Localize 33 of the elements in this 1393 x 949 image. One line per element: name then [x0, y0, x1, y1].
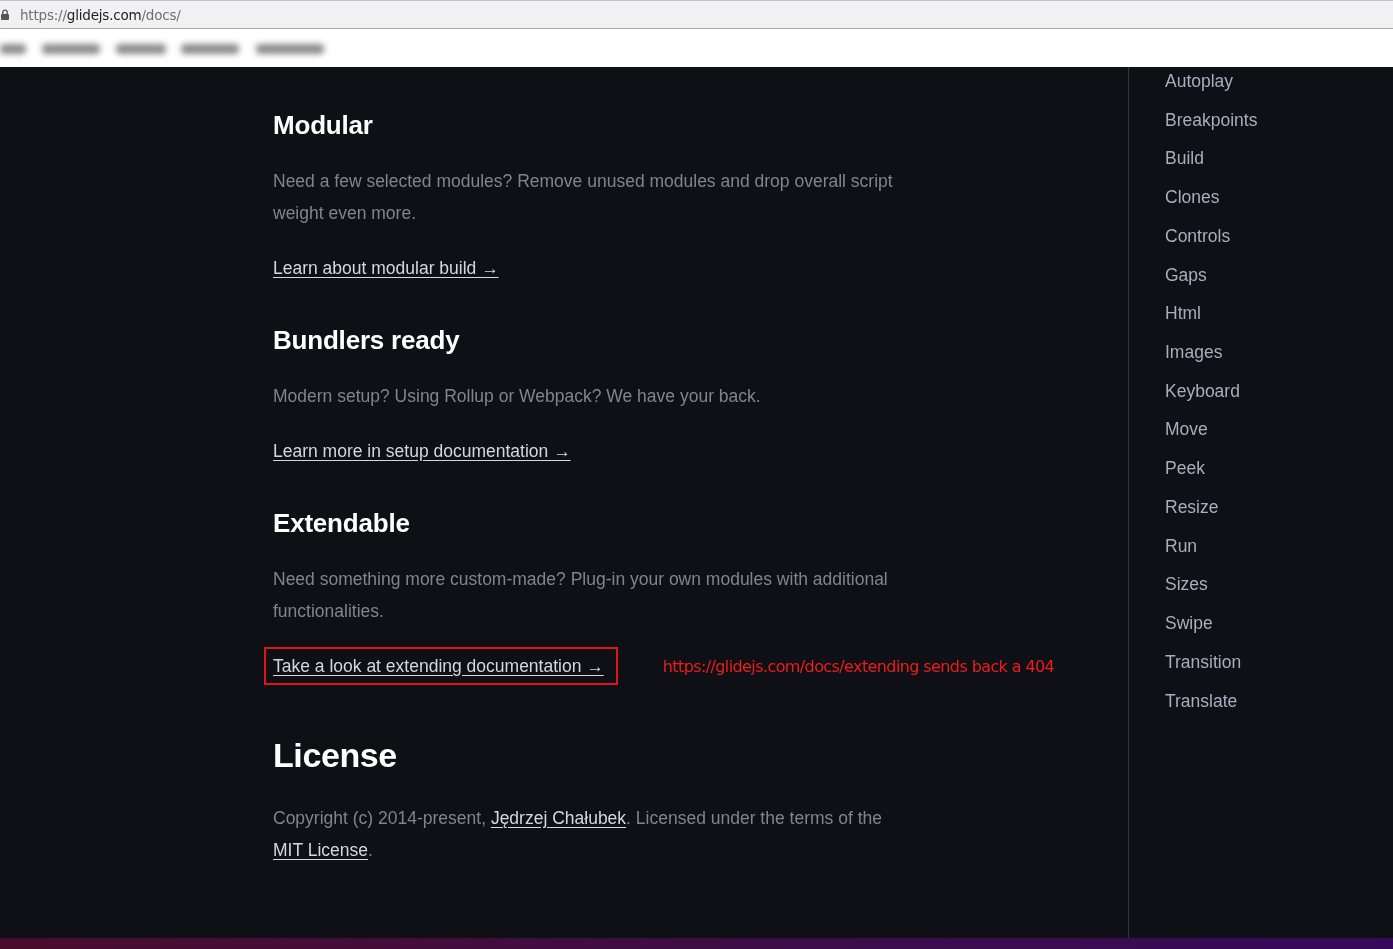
section-description: Modern setup? Using Rollup or Webpack? We have your back.: [273, 385, 762, 408]
section-description: Need something more custom-made? Plug-in your own modules with additional functionalities.: [273, 568, 889, 623]
inline-link[interactable]: MIT License: [273, 840, 368, 860]
sidebar-link[interactable]: Run: [1165, 533, 1198, 558]
annotation-text: https://glidejs.com/docs/extending sends back a 404: [662, 656, 1055, 676]
sidebar-link[interactable]: Transition: [1165, 649, 1242, 674]
sidebar-link[interactable]: Translate: [1165, 688, 1238, 713]
section-heading: Extendable: [273, 507, 411, 539]
license-heading: License: [273, 735, 398, 776]
sidebar-link[interactable]: Clones: [1165, 185, 1220, 210]
sidebar-link[interactable]: Peek: [1165, 456, 1205, 481]
sidebar-link[interactable]: Sizes: [1165, 572, 1208, 597]
sidebar-link[interactable]: Move: [1165, 417, 1208, 442]
sidebar-link[interactable]: Autoplay: [1165, 69, 1234, 93]
section-description: Need a few selected modules? Remove unused modules and drop overall script weight even more.: [273, 170, 894, 225]
sidebar-link[interactable]: Build: [1165, 146, 1204, 171]
documentation-link[interactable]: Learn about modular build →: [273, 254, 499, 282]
documentation-link[interactable]: Take a look at extending documentation →: [264, 647, 618, 685]
url-field[interactable]: https://glidejs.com/docs/: [20, 6, 181, 23]
lock-icon: [1, 9, 9, 20]
section-heading: Bundlers ready: [273, 324, 461, 356]
sidebar-link[interactable]: Keyboard: [1165, 378, 1240, 403]
inline-link[interactable]: Jędrzej Chałubek: [490, 808, 627, 828]
section-heading: Modular: [273, 109, 374, 141]
sidebar-link[interactable]: Gaps: [1165, 262, 1207, 287]
license-text: Copyright (c) 2014-present, Jędrzej Chałubek. Licensed under the terms of the MIT License.: [273, 807, 883, 862]
sidebar-link[interactable]: Html: [1165, 301, 1201, 326]
sidebar-link[interactable]: Swipe: [1165, 611, 1213, 636]
sidebar-link[interactable]: Controls: [1165, 223, 1231, 248]
documentation-link[interactable]: Learn more in setup documentation →: [273, 437, 571, 465]
sidebar-link[interactable]: Breakpoints: [1165, 107, 1258, 132]
sidebar-link[interactable]: Images: [1165, 340, 1223, 365]
sidebar-link[interactable]: Resize: [1165, 494, 1219, 519]
